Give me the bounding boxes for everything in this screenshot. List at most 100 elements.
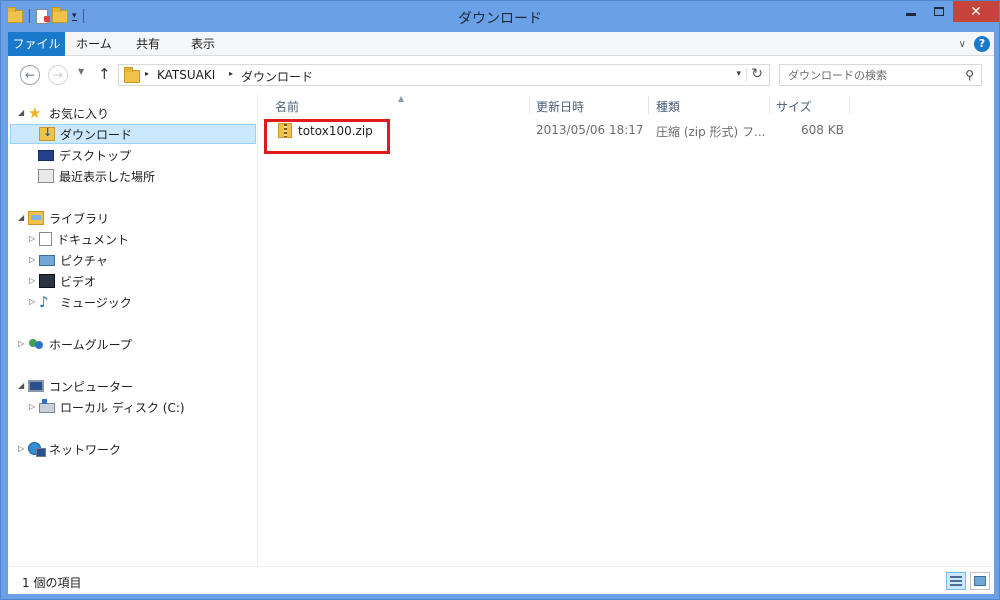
- sidebar-item-downloads[interactable]: ダウンロード: [10, 124, 256, 144]
- column-separator[interactable]: [769, 96, 770, 114]
- sidebar-item-desktop[interactable]: デスクトップ: [38, 145, 131, 165]
- address-separator: [746, 68, 747, 82]
- ribbon-tabs: ファイル ホーム 共有 表示 ∨ ?: [8, 32, 994, 56]
- sidebar-item-label: デスクトップ: [59, 148, 132, 163]
- close-button[interactable]: ✕: [953, 1, 999, 22]
- computer-icon: [28, 380, 44, 392]
- sidebar-group-label: ライブラリ: [49, 211, 110, 226]
- sidebar-item-label: ミュージック: [60, 295, 132, 310]
- collapsed-icon[interactable]: ▷: [29, 402, 35, 411]
- address-dropdown-icon[interactable]: ▾: [736, 69, 741, 79]
- item-count: 1 個の項目: [22, 576, 82, 590]
- collapsed-icon[interactable]: ▷: [18, 339, 24, 348]
- forward-button[interactable]: →: [48, 65, 68, 85]
- sidebar-item-label: ピクチャ: [60, 253, 108, 268]
- expanded-icon[interactable]: ◢: [18, 213, 24, 222]
- sidebar-item-pictures[interactable]: ピクチャ: [39, 250, 108, 270]
- close-icon: ✕: [970, 3, 982, 20]
- large-icons-view-icon: [974, 576, 986, 586]
- sidebar-group-network[interactable]: ネットワーク: [28, 439, 121, 459]
- sidebar-item-music[interactable]: ♪ ミュージック: [39, 292, 132, 312]
- tab-share[interactable]: 共有: [126, 32, 170, 56]
- sidebar-item-label: 最近表示した場所: [59, 169, 156, 184]
- sidebar-item-local-disk[interactable]: ローカル ディスク (C:): [39, 397, 185, 417]
- collapsed-icon[interactable]: ▷: [29, 297, 35, 306]
- sidebar-group-favorites[interactable]: ★ お気に入り: [28, 103, 109, 123]
- maximize-button[interactable]: [925, 1, 953, 22]
- explorer-window: ▾ ダウンロード ✕ ファイル ホーム 共有 表示 ∨ ? ← → ▼ ↑ ▸ …: [0, 0, 1000, 600]
- minimize-button[interactable]: [897, 1, 925, 22]
- tab-file[interactable]: ファイル: [8, 32, 65, 56]
- file-modified: 2013/05/06 18:17: [536, 123, 644, 137]
- chevron-down-icon[interactable]: ∨: [959, 39, 966, 50]
- music-icon: ♪: [39, 293, 49, 311]
- back-button[interactable]: ←: [20, 65, 40, 85]
- collapsed-icon[interactable]: ▷: [29, 234, 35, 243]
- sort-ascending-icon: ▲: [398, 94, 405, 103]
- file-size: 608 KB: [801, 123, 844, 137]
- sidebar-group-libraries[interactable]: ライブラリ: [28, 208, 109, 228]
- breadcrumb-user[interactable]: KATSUAKI: [157, 68, 215, 82]
- folder-icon: [124, 67, 140, 83]
- sidebar-item-label: ローカル ディスク (C:): [60, 400, 185, 415]
- sidebar-item-label: ダウンロード: [60, 127, 133, 142]
- search-icon[interactable]: ⚲: [965, 68, 974, 82]
- minimize-icon: [906, 13, 916, 16]
- column-header-type[interactable]: 種類: [656, 98, 680, 116]
- column-separator[interactable]: [849, 96, 850, 114]
- sidebar-group-label: ネットワーク: [49, 442, 122, 457]
- column-header-modified[interactable]: 更新日時: [536, 98, 584, 116]
- collapsed-icon[interactable]: ▷: [29, 255, 35, 264]
- picture-icon: [39, 254, 55, 266]
- status-bar: 1 個の項目: [8, 566, 994, 594]
- sidebar-group-label: お気に入り: [49, 106, 110, 121]
- refresh-icon[interactable]: ↻: [751, 66, 763, 82]
- recent-locations-icon[interactable]: ▼: [78, 67, 84, 76]
- breadcrumb-downloads[interactable]: ダウンロード: [241, 68, 313, 85]
- window-controls: ✕: [897, 1, 999, 22]
- large-icons-view-button[interactable]: [970, 572, 990, 590]
- details-view-icon: [950, 576, 962, 586]
- collapsed-icon[interactable]: ▷: [18, 444, 24, 453]
- column-separator[interactable]: [648, 96, 649, 114]
- network-icon: [28, 442, 46, 457]
- local-disk-icon: [39, 399, 55, 413]
- column-separator[interactable]: [529, 96, 530, 114]
- breadcrumb-separator-icon[interactable]: ▸: [229, 69, 233, 78]
- breadcrumb-separator-icon[interactable]: ▸: [145, 69, 149, 78]
- column-header-name[interactable]: 名前: [275, 98, 299, 116]
- details-view-button[interactable]: [946, 572, 966, 590]
- sidebar-group-computer[interactable]: コンピューター: [28, 376, 133, 396]
- address-row: ← → ▼ ↑ ▸ KATSUAKI ▸ ダウンロード ▾ ↻ ⚲: [8, 56, 994, 94]
- maximize-icon: [934, 7, 944, 16]
- sidebar-group-homegroup[interactable]: ホームグループ: [28, 334, 132, 354]
- star-icon: ★: [28, 104, 42, 122]
- highlight-box: [264, 119, 390, 154]
- recent-places-icon: [38, 169, 54, 183]
- help-icon[interactable]: ?: [974, 36, 990, 52]
- sidebar-item-label: ビデオ: [60, 274, 97, 289]
- ribbon-right-controls: ∨ ?: [959, 36, 990, 52]
- sidebar-item-recent-places[interactable]: 最近表示した場所: [38, 166, 155, 186]
- library-icon: [28, 211, 44, 225]
- homegroup-icon: [28, 337, 44, 351]
- expanded-icon[interactable]: ◢: [18, 381, 24, 390]
- collapsed-icon[interactable]: ▷: [29, 276, 35, 285]
- search-input[interactable]: [788, 67, 958, 83]
- column-header-size[interactable]: サイズ: [776, 98, 812, 116]
- file-list: ▲ 名前 更新日時 種類 サイズ totox100.zip 2013/05/06…: [258, 94, 994, 566]
- up-button[interactable]: ↑: [98, 65, 111, 83]
- main-area: ◢ ★ お気に入り ダウンロード デスクトップ 最近表示した場所 ◢ ライブラ: [8, 94, 994, 566]
- expanded-icon[interactable]: ◢: [18, 108, 24, 117]
- tab-home[interactable]: ホーム: [68, 32, 120, 56]
- navigation-pane: ◢ ★ お気に入り ダウンロード デスクトップ 最近表示した場所 ◢ ライブラ: [8, 94, 258, 566]
- search-box[interactable]: ⚲: [779, 64, 982, 86]
- sidebar-item-documents[interactable]: ドキュメント: [39, 229, 129, 249]
- address-bar[interactable]: ▸ KATSUAKI ▸ ダウンロード ▾ ↻: [118, 64, 770, 86]
- tab-view[interactable]: 表示: [178, 32, 228, 56]
- sidebar-group-label: ホームグループ: [49, 337, 132, 352]
- desktop-icon: [38, 149, 54, 161]
- video-icon: [39, 274, 55, 288]
- sidebar-item-videos[interactable]: ビデオ: [39, 271, 96, 291]
- document-icon: [39, 232, 52, 246]
